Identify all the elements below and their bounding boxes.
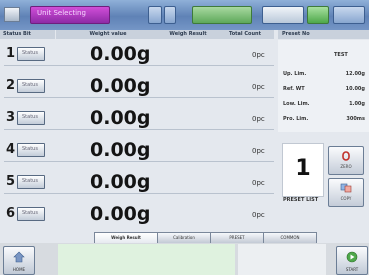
status-button[interactable]: Status: [17, 111, 45, 125]
count-value: 0pc: [252, 147, 265, 155]
ref-weight-label: Ref. WT: [283, 86, 305, 92]
weight-value: 0.00g: [90, 43, 151, 65]
copy-button[interactable]: COPY: [328, 178, 364, 207]
toolbar-field[interactable]: [262, 6, 304, 24]
toolbar-button-3[interactable]: [333, 6, 365, 24]
preset-number-display[interactable]: 1: [282, 143, 324, 197]
table-row: 3 Status 0.00g 0pc: [4, 104, 274, 130]
row-number: 3: [6, 110, 16, 125]
lower-limit-value: 1.00g: [349, 101, 365, 107]
row-number: 6: [6, 206, 16, 221]
count-value: 0pc: [252, 83, 265, 91]
ref-weight-value: 10.00g: [345, 86, 365, 92]
status-indicator[interactable]: [192, 6, 252, 24]
title-tab-label: Unit Selecting: [37, 9, 86, 17]
weight-value: 0.00g: [90, 139, 151, 161]
menu-icon[interactable]: [4, 7, 20, 22]
status-button[interactable]: Status: [17, 79, 45, 93]
weight-value: 0.00g: [90, 203, 151, 225]
weight-value: 0.00g: [90, 107, 151, 129]
table-row: 6 Status 0.00g 0pc: [4, 200, 274, 226]
zero-button[interactable]: ZERO: [328, 146, 364, 175]
status-button-label: Status: [22, 178, 38, 184]
home-button-label: HOME: [12, 267, 26, 272]
toolbar-button-2[interactable]: [164, 6, 176, 24]
table-row: 5 Status 0.00g 0pc: [4, 168, 274, 194]
home-icon: [13, 251, 25, 263]
toolbar-green-button[interactable]: [307, 6, 329, 24]
count-value: 0pc: [252, 115, 265, 123]
row-number: 2: [6, 78, 16, 93]
pro-limit-label: Pro. Lim.: [283, 116, 309, 122]
home-button[interactable]: HOME: [3, 246, 35, 275]
zero-button-label: ZERO: [340, 164, 352, 169]
title-tab[interactable]: Unit Selecting: [30, 6, 110, 24]
status-button[interactable]: Status: [17, 175, 45, 189]
row-number: 1: [6, 46, 16, 61]
header-total-count: Total Count: [216, 30, 274, 39]
row-divider: [4, 65, 274, 66]
start-button[interactable]: START: [336, 246, 368, 275]
upper-limit-value: 12.00g: [345, 71, 365, 77]
row-divider: [4, 161, 274, 162]
copy-icon: [340, 183, 352, 193]
status-button-label: Status: [22, 210, 38, 216]
status-button[interactable]: Status: [17, 207, 45, 221]
row-number: 4: [6, 142, 16, 157]
info-area: [238, 244, 326, 275]
row-divider: [4, 129, 274, 130]
status-button-label: Status: [22, 114, 38, 120]
table-row: 1 Status 0.00g 0pc: [4, 40, 274, 66]
count-value: 0pc: [252, 51, 265, 59]
status-button[interactable]: Status: [17, 47, 45, 61]
status-button-label: Status: [22, 146, 38, 152]
preset-title: TEST: [334, 52, 348, 58]
message-area: [58, 244, 235, 275]
toolbar-button-1[interactable]: [148, 6, 162, 24]
status-button[interactable]: Status: [17, 143, 45, 157]
count-value: 0pc: [252, 211, 265, 219]
weight-value: 0.00g: [90, 171, 151, 193]
header-weigh-result: Weigh Result: [160, 30, 216, 39]
row-number: 5: [6, 174, 16, 189]
preset-list-label: PRESET LIST: [283, 197, 319, 203]
table-row: 4 Status 0.00g 0pc: [4, 136, 274, 162]
table-row: 2 Status 0.00g 0pc: [4, 72, 274, 98]
header-weight-value: Weight value: [56, 30, 160, 39]
start-icon: [346, 251, 358, 263]
lower-limit-label: Low. Lim.: [283, 101, 310, 107]
copy-button-label: COPY: [340, 196, 352, 201]
status-button-label: Status: [22, 50, 38, 56]
count-value: 0pc: [252, 179, 265, 187]
header-preset-no: Preset No: [278, 30, 369, 39]
status-button-label: Status: [22, 82, 38, 88]
zero-icon: [342, 151, 350, 161]
upper-limit-label: Up. Lim.: [283, 71, 307, 77]
pro-limit-value: 300ms: [346, 116, 365, 122]
row-divider: [4, 97, 274, 98]
header-status-bit: Status Bit: [0, 30, 55, 39]
preset-panel: TEST Up. Lim. 12.00g Ref. WT 10.00g Low.…: [278, 40, 369, 132]
row-divider: [4, 193, 274, 194]
top-toolbar: Unit Selecting: [0, 0, 369, 30]
start-button-label: START: [345, 267, 359, 272]
weighing-screen: Unit Selecting Status Bit Weight value W…: [0, 0, 369, 275]
weight-value: 0.00g: [90, 75, 151, 97]
preset-number: 1: [295, 156, 311, 181]
